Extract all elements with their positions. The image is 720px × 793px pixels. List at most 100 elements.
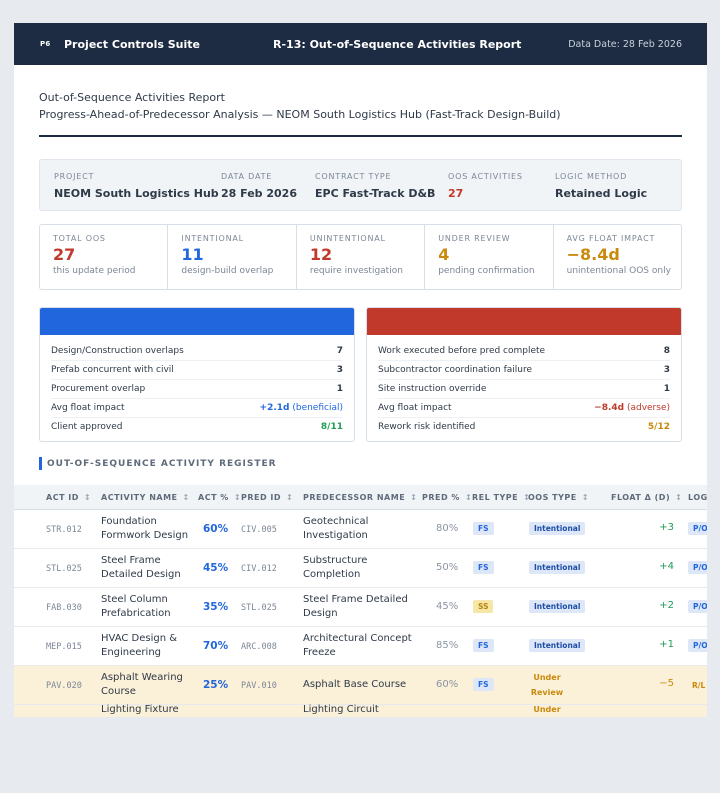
unintentional-panel: Unintentional OOS — 12 Activities Work e… bbox=[366, 307, 682, 442]
float-delta: +3 bbox=[659, 522, 674, 533]
activity-name: HVAC Design & Engineering bbox=[101, 633, 178, 658]
panel-row-label: Rework risk identified bbox=[378, 422, 476, 432]
panel-row-label: Prefab concurrent with civil bbox=[51, 365, 174, 375]
meta-value: EPC Fast-Track D&B bbox=[315, 187, 436, 200]
col-act-id[interactable]: ACT ID ↕ bbox=[46, 485, 91, 510]
float-delta: −5 bbox=[659, 678, 674, 689]
kpi-sub: this update period bbox=[53, 266, 136, 276]
kpi-sub: design-build overlap bbox=[181, 266, 274, 276]
pred-pct: 60% bbox=[436, 679, 459, 690]
oos-panels: Intentional OOS (Design-Build Overlap) —… bbox=[39, 307, 682, 442]
sort-icon[interactable]: ↕ bbox=[84, 493, 91, 502]
kpi-total-oos: TOTAL OOS 27 this update period bbox=[40, 225, 169, 289]
col-pred-pct[interactable]: PRED % ↕ bbox=[422, 485, 472, 510]
kpi-value: 27 bbox=[53, 245, 76, 264]
table-row[interactable]: STL.025 Steel Frame Detailed Design 45% C… bbox=[14, 549, 707, 588]
table-row[interactable]: MEP.015 HVAC Design & Engineering 70% ARC… bbox=[14, 627, 707, 666]
panel-row-note: (beneficial) bbox=[289, 403, 343, 413]
col-activity-name[interactable]: ACTIVITY NAME ↕ bbox=[101, 485, 190, 510]
report-title: R-13: Out-of-Sequence Activities Report bbox=[273, 37, 522, 51]
meta-label: DATA DATE bbox=[221, 172, 273, 181]
meta-value: 28 Feb 2026 bbox=[221, 187, 297, 200]
log-chip: P/O bbox=[688, 600, 707, 613]
sort-icon[interactable]: ↕ bbox=[234, 493, 241, 502]
unintentional-panel-title: Unintentional OOS — 12 Activities bbox=[367, 308, 681, 335]
pred-pct: 80% bbox=[436, 523, 459, 534]
act-pct: 45% bbox=[203, 562, 229, 574]
panel-row-note: (adverse) bbox=[624, 403, 670, 413]
meta-value: 27 bbox=[448, 187, 464, 200]
col-log[interactable]: LOG bbox=[688, 485, 707, 510]
report-window: P6 Project Controls Suite R-13: Out-of-S… bbox=[14, 23, 707, 717]
intentional-panel: Intentional OOS (Design-Build Overlap) —… bbox=[39, 307, 355, 442]
column-label: ACT % bbox=[198, 493, 229, 502]
table-row[interactable]: FAB.030 Steel Column Prefabrication 35% S… bbox=[14, 588, 707, 627]
meta-value: NEOM South Logistics Hub bbox=[54, 187, 219, 200]
panel-row: Prefab concurrent with civil 3 bbox=[51, 361, 343, 380]
pred-id: ARC.008 bbox=[241, 642, 277, 652]
col-float-delta[interactable]: FLOAT Δ (D) ↕ bbox=[611, 485, 682, 510]
col-oos-type[interactable]: OOS TYPE ↕ bbox=[528, 485, 589, 510]
report-subheading: Progress-Ahead-of-Predecessor Analysis —… bbox=[39, 108, 561, 121]
predecessor-name: Geotechnical Investigation bbox=[303, 516, 369, 541]
rel-type-chip: SS bbox=[473, 600, 494, 613]
column-label: PRED ID bbox=[241, 493, 282, 502]
panel-row-value: 8 bbox=[663, 346, 670, 356]
kpi-strip: TOTAL OOS 27 this update period INTENTIO… bbox=[39, 224, 682, 290]
panel-row-value: +2.1d bbox=[259, 403, 290, 413]
panel-row-value: 8/11 bbox=[320, 422, 343, 432]
heading-rule bbox=[39, 135, 682, 137]
rel-type-chip: FS bbox=[473, 639, 494, 652]
sort-icon[interactable]: ↕ bbox=[582, 493, 589, 502]
col-act-pct[interactable]: ACT % ↕ bbox=[198, 485, 241, 510]
act-id: PAV.020 bbox=[46, 681, 82, 691]
panel-row-label: Site instruction override bbox=[378, 384, 487, 394]
oos-type-under-review: Under bbox=[533, 705, 561, 714]
kpi-value: 11 bbox=[181, 245, 204, 264]
sort-icon[interactable]: ↕ bbox=[410, 493, 417, 502]
project-meta: PROJECT NEOM South Logistics Hub DATA DA… bbox=[39, 159, 682, 211]
col-predecessor-name[interactable]: PREDECESSOR NAME ↕ bbox=[303, 485, 417, 510]
panel-row-value: 5/12 bbox=[647, 422, 670, 432]
pred-id: STL.025 bbox=[241, 603, 277, 613]
panel-row: Rework risk identified 5/12 bbox=[378, 418, 670, 437]
col-rel-type[interactable]: REL TYPE ↕ bbox=[472, 485, 530, 510]
log-chip: P/O bbox=[688, 561, 707, 574]
sort-icon[interactable]: ↕ bbox=[183, 493, 190, 502]
panel-row-label: Procurement overlap bbox=[51, 384, 146, 394]
column-label: ACTIVITY NAME bbox=[101, 493, 178, 502]
panel-row-label: Avg float impact bbox=[378, 403, 452, 413]
meta-project: PROJECT NEOM South Logistics Hub bbox=[54, 172, 219, 200]
meta-label: OOS ACTIVITIES bbox=[448, 172, 523, 181]
kpi-label: INTENTIONAL bbox=[181, 234, 244, 243]
kpi-value: −8.4d bbox=[566, 245, 620, 264]
table-header: ACT ID ↕ ACTIVITY NAME ↕ ACT % ↕ PRED ID ↕ P… bbox=[14, 485, 707, 510]
table-row[interactable]: Lighting Fixture Lighting Circuit Under bbox=[14, 704, 707, 717]
column-label: OOS TYPE bbox=[528, 493, 577, 502]
panel-row: Site instruction override 1 bbox=[378, 380, 670, 399]
column-label: PRED % bbox=[422, 493, 460, 502]
panel-row-value: 7 bbox=[336, 346, 343, 356]
pred-id: CIV.005 bbox=[241, 525, 277, 535]
predecessor-name: Architectural Concept Freeze bbox=[303, 633, 412, 658]
sort-icon[interactable]: ↕ bbox=[286, 493, 293, 502]
oos-type-chip: Intentional bbox=[529, 639, 586, 652]
panel-row-label: Subcontractor coordination failure bbox=[378, 365, 533, 375]
oos-type-chip: Intentional bbox=[529, 561, 586, 574]
kpi-label: TOTAL OOS bbox=[53, 234, 106, 243]
panel-row: Design/Construction overlaps 7 bbox=[51, 342, 343, 361]
column-label: ACT ID bbox=[46, 493, 79, 502]
col-pred-id[interactable]: PRED ID ↕ bbox=[241, 485, 293, 510]
p6-logo: P6 bbox=[40, 40, 51, 48]
oos-type-under-review: Under Review bbox=[530, 673, 564, 697]
panel-row: Avg float impact +2.1d (beneficial) bbox=[51, 399, 343, 418]
pred-id: PAV.010 bbox=[241, 681, 277, 691]
predecessor-name: Asphalt Base Course bbox=[303, 679, 407, 690]
pred-id: CIV.012 bbox=[241, 564, 277, 574]
activity-name: Asphalt Wearing Course bbox=[101, 672, 183, 697]
register-title: OUT-OF-SEQUENCE ACTIVITY REGISTER bbox=[47, 458, 277, 469]
table-row[interactable]: PAV.020 Asphalt Wearing Course 25% PAV.01… bbox=[14, 666, 707, 705]
sort-icon[interactable]: ↕ bbox=[675, 493, 682, 502]
table-row[interactable]: STR.012 Foundation Formwork Design 60% CI… bbox=[14, 510, 707, 549]
act-pct: 70% bbox=[203, 640, 229, 652]
